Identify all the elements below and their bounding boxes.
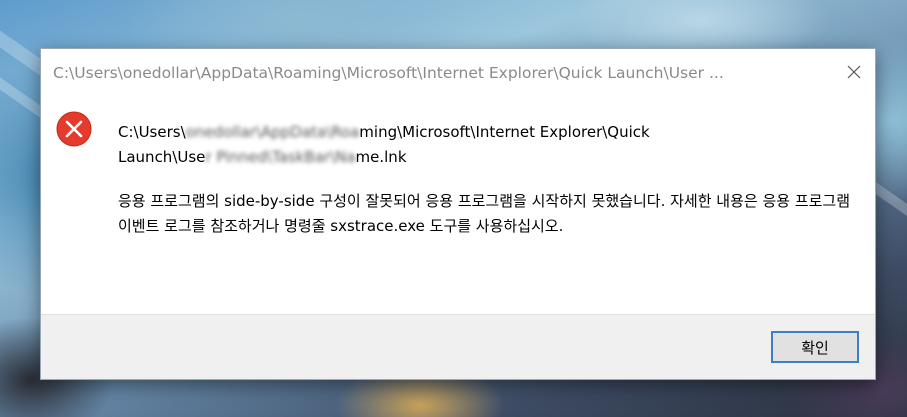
redacted-path-text: onedollar\AppData\Roa bbox=[185, 123, 360, 141]
path-text: C:\Users\ bbox=[118, 123, 186, 141]
error-description: 응용 프로그램의 side-by-side 구성이 잘못되어 응용 프로그램을 … bbox=[118, 192, 855, 235]
dialog-message: C:\Users\onedollar\AppData\Roaming\Micro… bbox=[118, 120, 858, 239]
dialog-titlebar[interactable]: C:\Users\onedollar\AppData\Roaming\Micro… bbox=[41, 49, 875, 97]
shortcut-path: C:\Users\onedollar\AppData\Roaming\Micro… bbox=[118, 120, 858, 170]
path-text: ming\Microsoft\Internet Explorer\Quick bbox=[359, 123, 650, 141]
dialog-title: C:\Users\onedollar\AppData\Roaming\Micro… bbox=[53, 64, 724, 82]
dialog-content: C:\Users\onedollar\AppData\Roaming\Micro… bbox=[41, 97, 875, 313]
ok-button[interactable]: 확인 bbox=[771, 331, 859, 363]
path-text: me.lnk bbox=[355, 148, 407, 166]
ok-button-label: 확인 bbox=[801, 338, 829, 357]
error-dialog: C:\Users\onedollar\AppData\Roaming\Micro… bbox=[40, 48, 876, 380]
path-text: Launch\Use bbox=[118, 148, 206, 166]
redacted-path-text: r Pinned\TaskBar\Na bbox=[205, 148, 356, 166]
dialog-footer: 확인 bbox=[41, 314, 875, 379]
error-icon bbox=[56, 111, 92, 147]
close-button[interactable] bbox=[839, 57, 869, 87]
close-icon bbox=[847, 65, 861, 79]
